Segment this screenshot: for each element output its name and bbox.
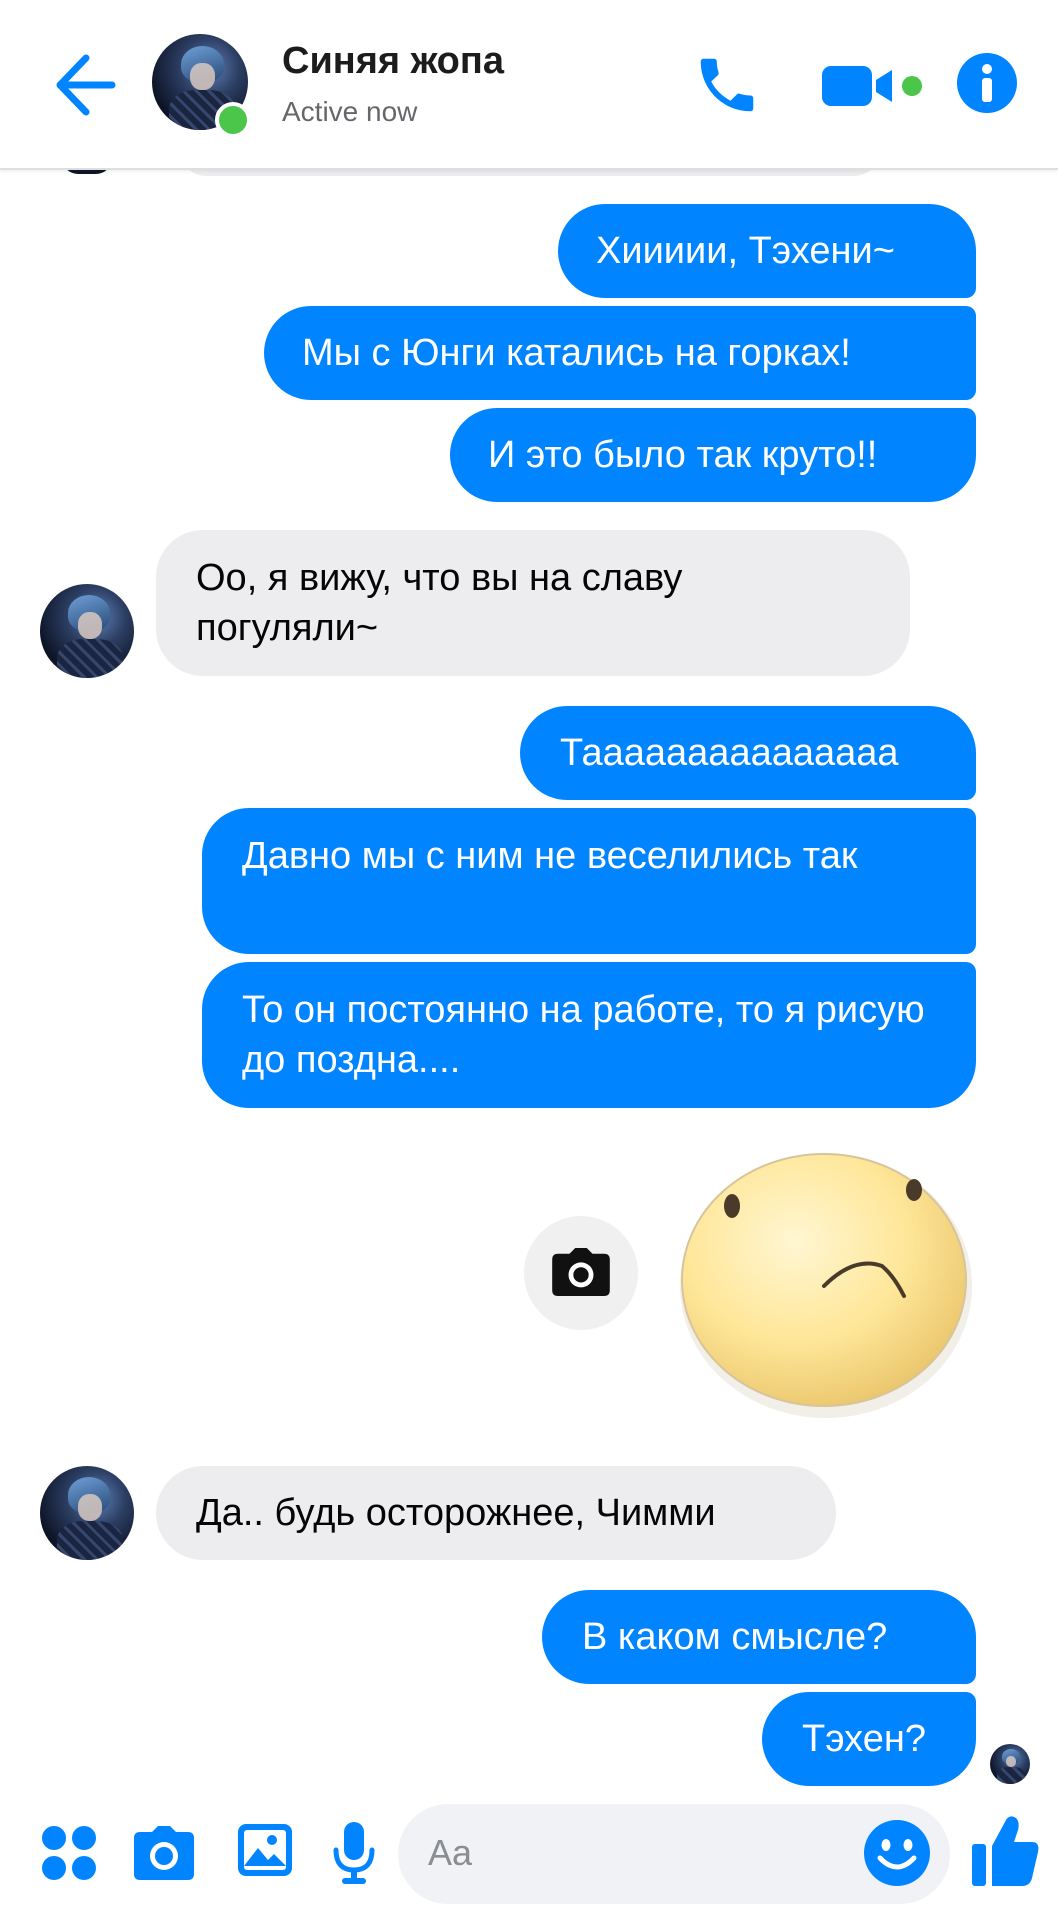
thumbs-up-icon[interactable] <box>970 1812 1040 1888</box>
arrow-left-icon[interactable] <box>52 50 116 120</box>
conversation-header: Синяя жопа Active now <box>0 0 1058 170</box>
message-composer: Aa <box>0 1790 1058 1920</box>
message-bubble-outgoing[interactable]: Мы с Юнги катались на горках! <box>264 306 976 400</box>
sad-blob-sticker[interactable] <box>668 1126 984 1426</box>
message-bubble-outgoing[interactable]: В каком смысле? <box>542 1590 976 1684</box>
emoji-icon[interactable] <box>862 1818 932 1888</box>
camera-icon <box>552 1248 610 1296</box>
phone-icon[interactable] <box>692 50 762 120</box>
message-bubble-outgoing[interactable]: Тэхен? <box>762 1692 976 1786</box>
message-bubble-outgoing[interactable]: Тааааааааааааааа <box>520 706 976 800</box>
microphone-icon[interactable] <box>332 1820 376 1886</box>
contact-name[interactable]: Синяя жопа <box>282 40 504 83</box>
gallery-icon[interactable] <box>236 1820 294 1880</box>
video-camera-icon[interactable] <box>820 58 928 114</box>
online-status-indicator <box>215 102 251 138</box>
camera-button[interactable] <box>524 1216 638 1330</box>
seen-receipt-avatar <box>990 1744 1030 1784</box>
contact-status: Active now <box>282 96 418 127</box>
message-bubble-outgoing[interactable]: То он постоянно на работе, то я рисую до… <box>202 962 976 1108</box>
contact-avatar[interactable] <box>40 1466 134 1560</box>
camera-icon[interactable] <box>132 1824 196 1882</box>
apps-icon[interactable] <box>40 1824 98 1882</box>
message-input-placeholder: Aa <box>428 1832 473 1873</box>
message-bubble-outgoing[interactable]: Хиииии, Тэхени~ <box>558 204 976 298</box>
info-icon[interactable] <box>956 52 1018 114</box>
message-bubble-incoming[interactable]: Да.. будь осторожнее, Чимми <box>156 1466 836 1560</box>
message-bubble-outgoing[interactable]: И это было так круто!! <box>450 408 976 502</box>
contact-avatar[interactable] <box>40 584 134 678</box>
message-bubble-incoming[interactable]: Оо, я вижу, что вы на славу погуляли~ <box>156 530 910 676</box>
message-bubble-outgoing[interactable]: Давно мы с ним не веселились так <box>202 808 976 954</box>
